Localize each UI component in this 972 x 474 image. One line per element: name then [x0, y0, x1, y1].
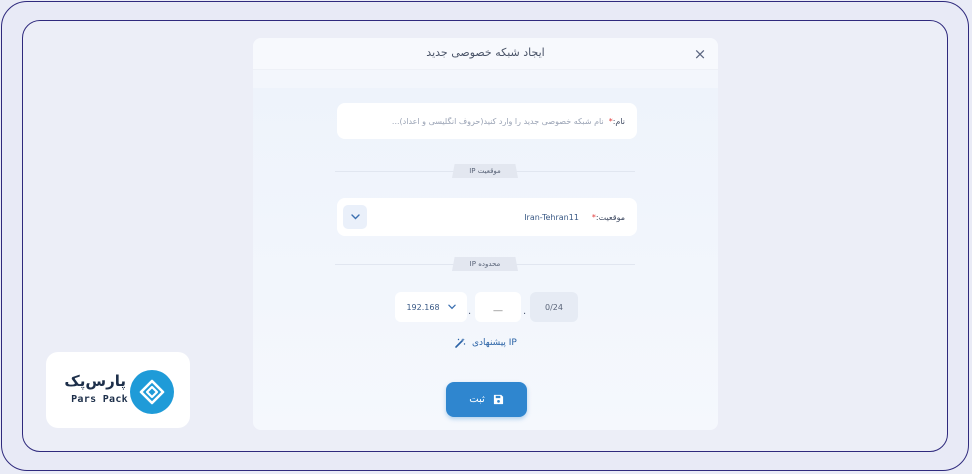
location-dropdown-toggle[interactable] — [343, 205, 367, 229]
modal-title: ایجاد شبکه خصوصی جدید — [426, 46, 545, 59]
name-required-mark: * — [608, 116, 613, 126]
location-select[interactable]: موقعیت: * Iran-Tehran11 — [337, 198, 637, 236]
ip-subnet-mask: 0/24 — [530, 292, 578, 322]
network-name-field: نام: * — [337, 103, 637, 139]
chevron-down-icon — [447, 304, 456, 310]
pars-pack-logo-icon — [130, 370, 174, 414]
ip-prefix-select[interactable]: 192.168 — [395, 292, 467, 322]
modal-body: نام: * موقعیت IP موقعیت: * Iran-Tehran11… — [253, 88, 718, 430]
submit-button[interactable]: ثبت — [446, 382, 527, 417]
ip-prefix-value: 192.168 — [406, 302, 440, 312]
save-icon — [493, 394, 503, 405]
brand-name-fa: پارس‌پک — [64, 372, 126, 390]
ip-octet-input[interactable] — [475, 292, 521, 322]
ip-location-section-title: موقعیت IP — [452, 164, 518, 178]
logo-diamond-icon — [139, 379, 165, 405]
suggest-ip-link[interactable]: IP پیشنهادی — [253, 337, 718, 349]
close-icon[interactable]: × — [692, 46, 708, 62]
ip-separator: . — [523, 306, 527, 317]
ip-location-divider: موقعیت IP — [335, 164, 635, 178]
submit-label: ثبت — [469, 394, 485, 405]
brand-logo-card: پارس‌پک Pars Pack — [46, 352, 190, 428]
suggest-ip-label: IP پیشنهادی — [472, 338, 517, 348]
ip-mask-value: 0/24 — [545, 302, 563, 312]
chevron-down-icon — [350, 214, 360, 220]
create-private-network-modal: ایجاد شبکه خصوصی جدید × نام: * موقعیت IP… — [253, 38, 718, 430]
location-value: Iran-Tehran11 — [524, 212, 579, 222]
ip-separator: . — [468, 306, 472, 317]
location-label: موقعیت: — [595, 212, 625, 222]
ip-range-section-title: محدوده IP — [452, 257, 518, 271]
brand-name-en: Pars Pack — [71, 394, 128, 405]
ip-range-divider: محدوده IP — [335, 257, 635, 271]
location-required-mark: * — [591, 212, 596, 222]
name-label: نام: — [612, 116, 625, 126]
network-name-input[interactable] — [349, 116, 604, 126]
magic-wand-icon — [455, 338, 466, 348]
modal-header: ایجاد شبکه خصوصی جدید × — [253, 38, 718, 70]
